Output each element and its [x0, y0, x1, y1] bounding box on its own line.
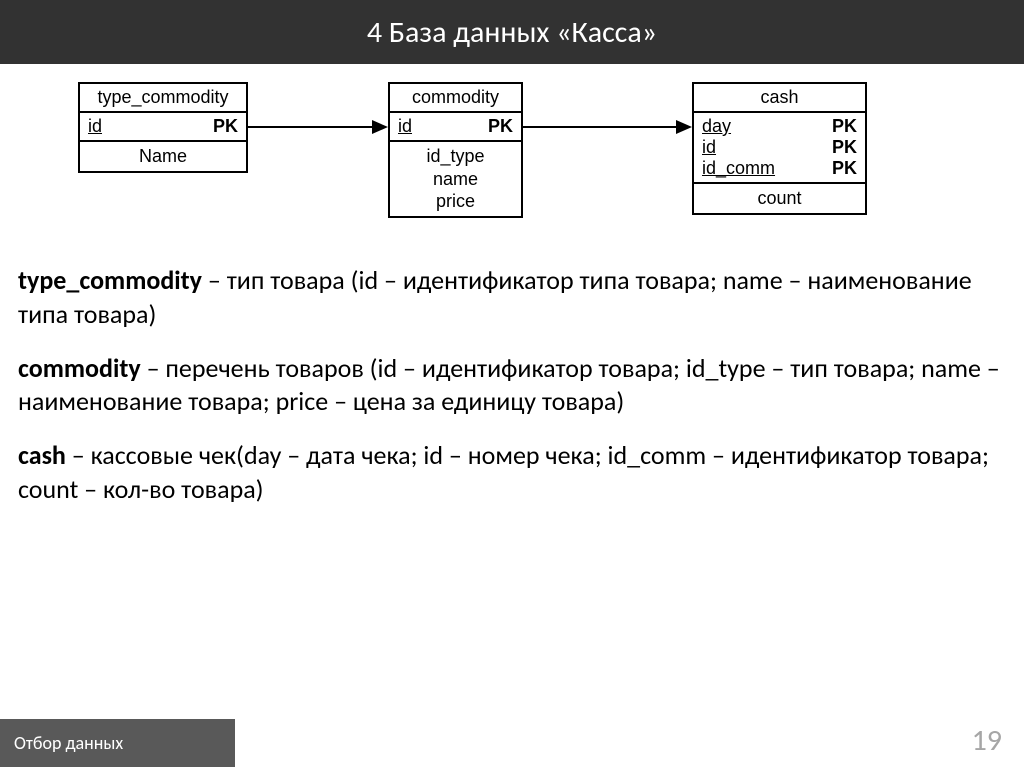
slide-title-text: 4 База данных «Касса» [367, 14, 657, 51]
key-tag: PK [488, 116, 513, 137]
entity-title: type_commodity [80, 84, 246, 113]
desc-type-commodity: type_commodity – тип товара (id – иденти… [18, 264, 1006, 332]
slide-footer: Отбор данных 19 [0, 719, 1024, 767]
entity-title: cash [694, 84, 865, 113]
key-name: id [398, 116, 412, 137]
entity-attrs: count [694, 184, 865, 213]
entity-commodity: commodity id PK id_type name price [388, 82, 523, 218]
entity-attrs: id_type name price [390, 142, 521, 216]
term: commodity [18, 352, 141, 384]
desc-cash: cash – кассовые чек(day – дата чека; id … [18, 439, 1006, 507]
key-name: day [702, 116, 731, 137]
description-block: type_commodity – тип товара (id – иденти… [0, 246, 1024, 507]
slide-title: 4 База данных «Касса» [0, 0, 1024, 64]
term: type_commodity [18, 264, 202, 296]
er-diagram: type_commodity id PK Name commodity id P… [0, 76, 1024, 246]
page-number: 19 [972, 722, 1002, 759]
term: cash [18, 439, 66, 471]
attr: id_type [398, 145, 513, 168]
entity-attrs: Name [80, 142, 246, 171]
attr: name [398, 168, 513, 191]
text: – перечень товаров (id – идентификатор т… [18, 352, 1000, 418]
entity-type-commodity: type_commodity id PK Name [78, 82, 248, 173]
key-name: id [702, 137, 716, 158]
key-tag: PK [832, 116, 857, 137]
entity-title: commodity [390, 84, 521, 113]
entity-cash: cash day PK id PK id_comm PK count [692, 82, 867, 215]
entity-keys: id PK [80, 113, 246, 142]
text: – кассовые чек(day – дата чека; id – ном… [18, 439, 989, 505]
key-name: id_comm [702, 158, 775, 179]
attr: Name [88, 145, 238, 168]
key-tag: PK [832, 137, 857, 158]
key-name: id [88, 116, 102, 137]
key-tag: PK [213, 116, 238, 137]
key-tag: PK [832, 158, 857, 179]
footer-label: Отбор данных [0, 719, 235, 767]
entity-keys: id PK [390, 113, 521, 142]
attr: price [398, 190, 513, 213]
attr: count [702, 187, 857, 210]
entity-keys: day PK id PK id_comm PK [694, 113, 865, 184]
desc-commodity: commodity – перечень товаров (id – идент… [18, 352, 1006, 420]
